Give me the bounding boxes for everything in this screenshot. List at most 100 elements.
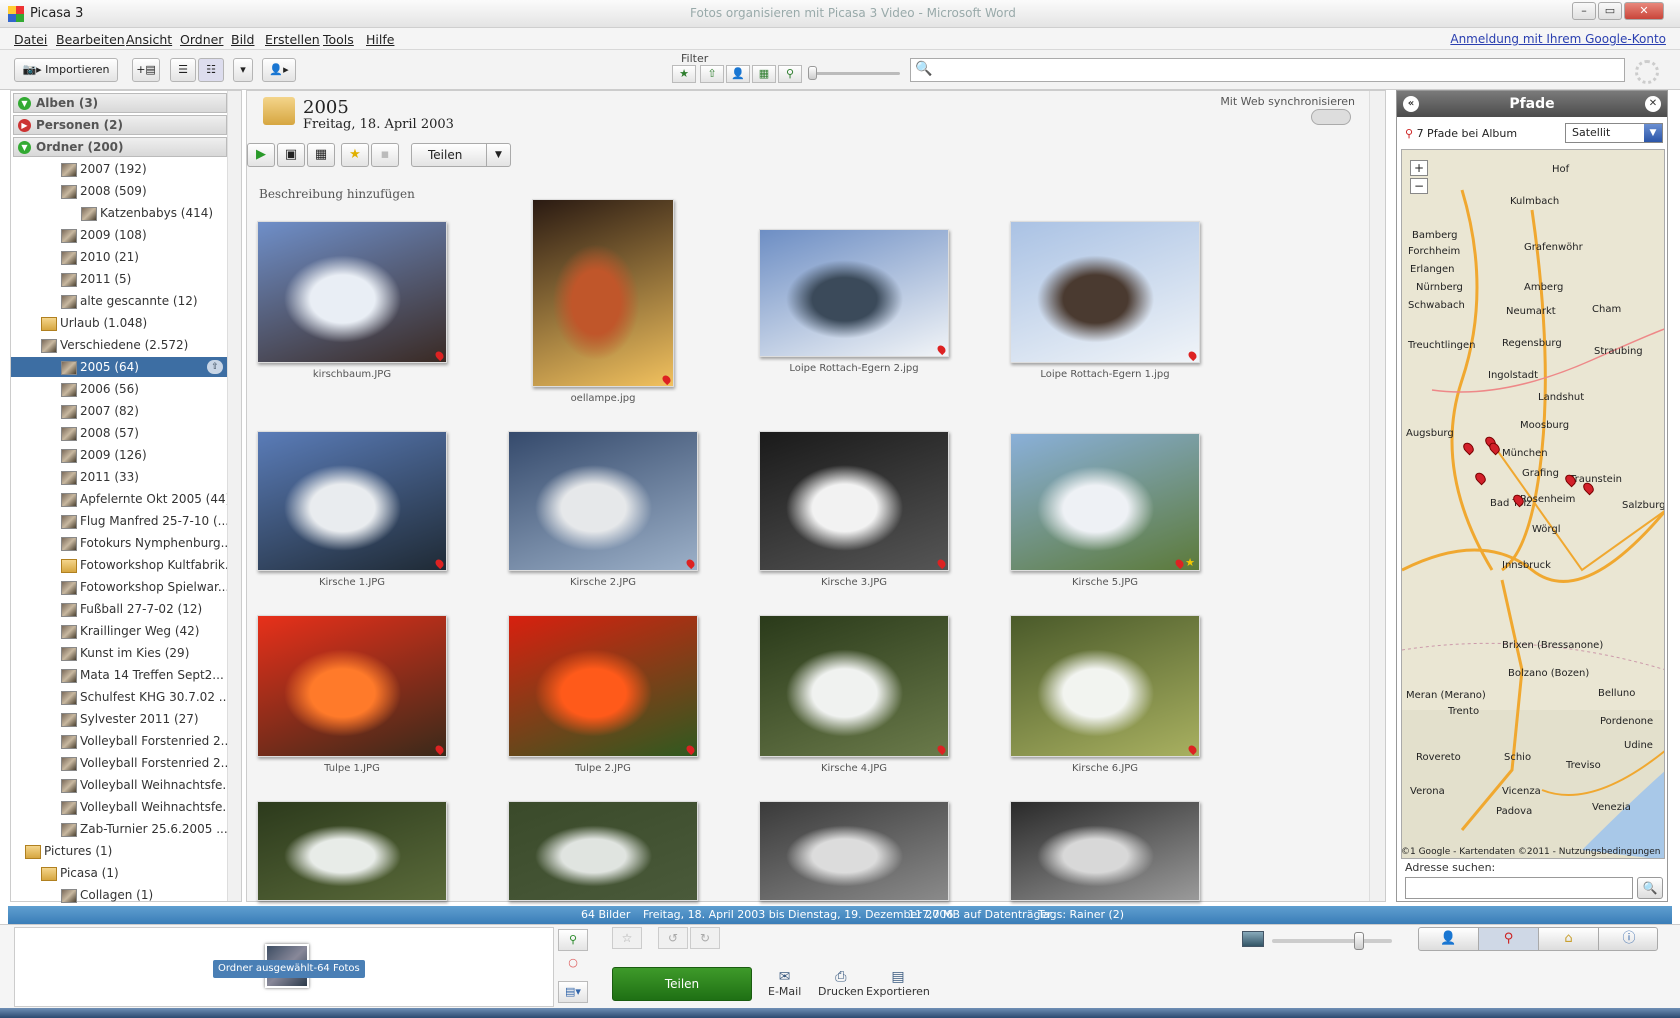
email-button[interactable]: ✉ E-Mail [768,969,801,998]
thumbnail-size-slider[interactable] [1272,932,1392,950]
folder-item[interactable]: ▷2011 (33) [61,467,227,487]
chevron-down-icon[interactable]: ▼ [486,144,510,166]
folder-item[interactable]: Katzenbabys (414) [81,203,227,223]
print-button[interactable]: ⎙ Drucken [818,969,864,998]
upload-icon[interactable]: ⇧ [207,360,223,374]
photo-thumbnail[interactable] [1010,615,1200,757]
folder-item[interactable]: Volleyball Weihnachtsfe... [61,797,227,817]
folder-item[interactable]: Kunst im Kies (29) [61,643,227,663]
menu-bearbeiten[interactable]: Bearbeiten [56,32,125,47]
web-sync-toggle[interactable] [1311,109,1351,125]
folder-item[interactable]: alte gescannte (12) [61,291,227,311]
tags-pane-button[interactable]: ⌂ [1539,928,1599,950]
photo-thumbnail[interactable] [1010,221,1200,363]
movie-button[interactable]: ▦ [307,143,335,167]
add-to-album-button[interactable]: ▤▾ [558,981,588,1003]
photo-thumbnail[interactable]: ★ [1010,433,1200,571]
menu-datei[interactable]: Datei [14,32,47,47]
add-description-field[interactable]: Beschreibung hinzufügen [259,187,415,201]
photo-thumbnail[interactable] [759,615,949,757]
hold-button[interactable]: ⚲ [558,929,588,951]
folder-item[interactable]: 2005 (64) ⇧ [11,357,227,377]
folder-item[interactable]: Flug Manfred 25-7-10 (... [61,511,227,531]
photo-thumbnail[interactable] [532,199,674,387]
menu-hilfe[interactable]: Hilfe [366,32,394,47]
folder-item[interactable]: Schulfest KHG 30.7.02 ... [61,687,227,707]
folder-item[interactable]: Apfelernte Okt 2005 (44) [61,489,227,509]
menu-ordner[interactable]: Ordner [180,32,223,47]
folder-item[interactable]: Mata 14 Treffen Sept2... [61,665,227,685]
folder-item[interactable]: Zab-Turnier 25.6.2005 ... [61,819,227,839]
folder-item[interactable]: Kraillinger Weg (42) [61,621,227,641]
minimize-button[interactable]: – [1572,2,1596,20]
folder-item[interactable]: Fotokurs Nymphenburg... [61,533,227,553]
view-dropdown-button[interactable]: ▾ [233,58,253,82]
photo-thumbnail[interactable] [508,801,698,901]
import-button[interactable]: 📷▸ Importieren [14,58,118,82]
rotate-left-button[interactable]: ↺ [658,927,688,949]
folder-item[interactable]: 2009 (126) [61,445,227,465]
sidebar-scrollbar[interactable] [227,91,241,901]
clear-selection-button[interactable]: ○ [558,953,588,975]
rotate-right-button[interactable]: ↻ [690,927,720,949]
photo-thumbnail[interactable] [257,615,447,757]
section-people[interactable]: ▶ Personen (2) [13,115,227,135]
folder-item[interactable]: ◢Picasa (1) [41,863,227,883]
folder-item[interactable]: 2007 (192) [61,159,227,179]
people-pane-button[interactable]: 👤 [1419,928,1479,950]
address-search-input[interactable] [1405,877,1633,899]
tree-view-button[interactable]: ☷ [198,58,224,82]
zoom-in-button[interactable]: + [1410,160,1428,176]
menu-ansicht[interactable]: Ansicht [126,32,172,47]
slideshow-button[interactable]: ▶ [247,143,275,167]
folder-item[interactable]: 2007 (82) [61,401,227,421]
filter-uploaded-button[interactable]: ⇧ [700,65,724,83]
slider-knob[interactable] [1354,932,1364,950]
star-selected-button[interactable]: ☆ [612,927,642,949]
people-view-button[interactable]: 👤▸ [262,58,296,82]
close-window-button[interactable]: ✕ [1624,2,1664,20]
info-pane-button[interactable]: ⓘ [1599,928,1659,950]
map-type-select[interactable]: Satellit ▼ [1565,123,1663,143]
folder-item[interactable]: ◢Pictures (1) [25,841,227,861]
zoom-out-button[interactable]: − [1410,178,1428,194]
folder-item[interactable]: 2006 (56) [61,379,227,399]
list-view-button[interactable]: ☰ [170,58,196,82]
search-field[interactable]: 🔍 [910,58,1625,82]
folder-item[interactable]: Sylvester 2011 (27) [61,709,227,729]
share-button[interactable]: Teilen [612,967,752,1001]
filter-starred-button[interactable]: ★ [672,65,696,83]
places-pane-button[interactable]: ⚲ [1479,928,1539,950]
filter-movies-button[interactable]: ▦ [752,65,776,83]
date-filter-slider[interactable] [808,66,900,80]
folder-item[interactable]: 2010 (21) [61,247,227,267]
folder-item[interactable]: Collagen (1) [61,885,227,905]
google-login-link[interactable]: Anmeldung mit Ihrem Google-Konto [1450,32,1666,46]
photo-thumbnail[interactable] [1010,801,1200,901]
share-folder-button[interactable]: Teilen ▼ [411,143,511,167]
folder-item[interactable]: Volleyball Forstenried 2... [61,731,227,751]
photo-thumbnail[interactable] [508,615,698,757]
filter-geotagged-button[interactable]: ⚲ [778,65,802,83]
filter-faces-button[interactable]: 👤 [726,65,750,83]
add-album-button[interactable]: +▤ [132,58,160,82]
map-attribution[interactable]: ©1 Google - Kartendaten ©2011 - Nutzungs… [1401,847,1665,857]
collage-button[interactable]: ▣ [277,143,305,167]
photo-thumbnail[interactable] [257,221,447,363]
folder-item[interactable]: Volleyball Weihnachtsfe... [61,775,227,795]
folder-item[interactable]: ▷Fotoworkshop Kultfabrik... [61,555,227,575]
close-panel-icon[interactable]: ✕ [1645,96,1661,112]
section-folders[interactable]: ▼ Ordner (200) [13,137,227,157]
folder-item[interactable]: ▷Urlaub (1.048) [41,313,227,333]
save-button[interactable]: ▪ [371,143,399,167]
map-view[interactable]: + − Hof Kulmbach Bamberg Grafenwöhr Erlangen… [1401,149,1665,859]
maximize-button[interactable]: ▭ [1598,2,1622,20]
folder-item[interactable]: ◢Verschiedene (2.572) [41,335,227,355]
star-folder-button[interactable]: ★ [341,143,369,167]
export-button[interactable]: ▤ Exportieren [866,969,930,998]
folder-item[interactable]: 2011 (5) [61,269,227,289]
section-albums[interactable]: ▼ Alben (3) [13,93,227,113]
folder-item[interactable]: Fotoworkshop Spielwar... [61,577,227,597]
folder-item[interactable]: ▷2009 (108) [61,225,227,245]
photo-thumbnail[interactable] [759,229,949,357]
